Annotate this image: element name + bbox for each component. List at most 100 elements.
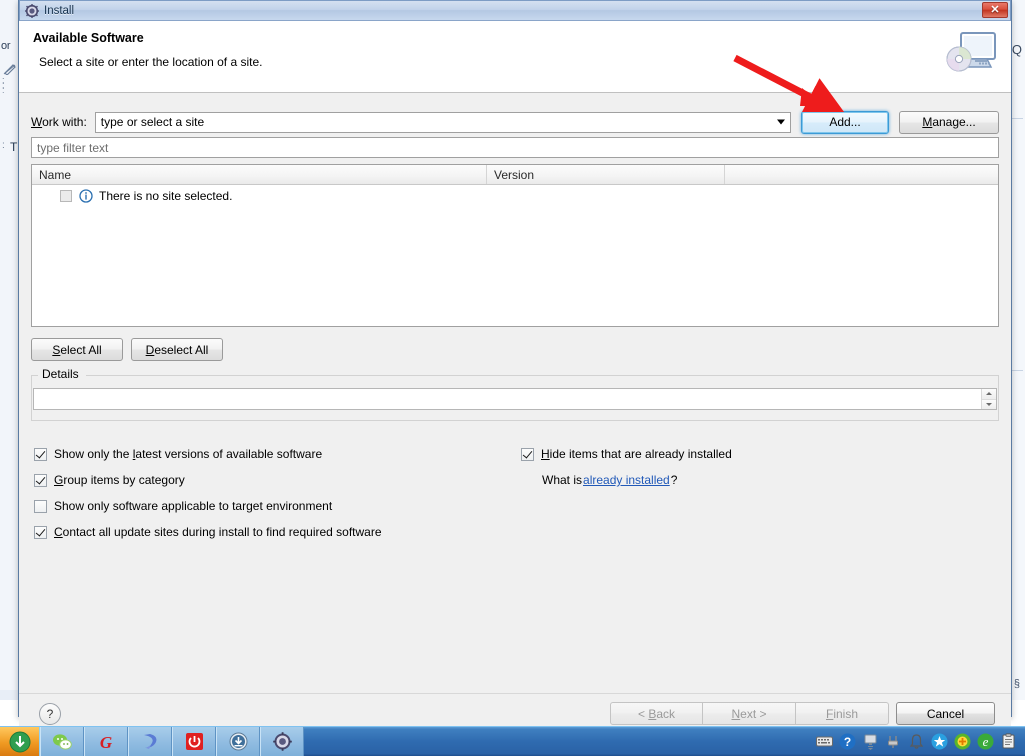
filter-placeholder: type filter text <box>37 140 109 155</box>
details-group: Details <box>31 367 999 421</box>
work-with-value: type or select a site <box>100 115 205 129</box>
finish-button[interactable]: Finish <box>796 702 889 725</box>
help-button[interactable]: ? <box>39 703 61 725</box>
start-button[interactable] <box>0 727 40 756</box>
blue-star-icon[interactable] <box>931 733 948 750</box>
option-latest-versions-label: Show only the latest versions of availab… <box>54 447 323 461</box>
checkbox-latest-versions[interactable] <box>34 447 47 461</box>
checkbox-target-environment[interactable] <box>34 499 47 513</box>
option-group-by-category[interactable]: Group items by category <box>34 467 504 493</box>
table-header-row: Name Version <box>32 165 998 185</box>
info-icon <box>79 189 93 203</box>
svg-text:G: G <box>100 733 113 752</box>
taskbar-item-power[interactable] <box>172 727 216 756</box>
install-dialog: Install ✕ Available Software Select a si… <box>18 0 1012 737</box>
software-table[interactable]: Name Version There is no site selected. <box>31 164 999 327</box>
checkbox-contact-all-sites[interactable] <box>34 525 47 539</box>
background-right-glyph: § <box>1013 678 1020 690</box>
wizard-buttons: < Back Next > Finish Cancel <box>610 702 995 725</box>
taskbar-item-swoosh[interactable] <box>128 727 172 756</box>
computer-disc-icon <box>946 32 996 72</box>
browser-e-icon[interactable]: e <box>977 733 994 750</box>
taskbar-item-wechat[interactable] <box>40 727 84 756</box>
add-button[interactable]: Add... <box>801 110 889 134</box>
option-contact-all-sites[interactable]: Contact all update sites during install … <box>34 519 504 545</box>
eclipse-gear-icon <box>272 732 292 751</box>
background-left-tab-label: or <box>1 40 11 52</box>
column-header-version[interactable]: Version <box>487 165 725 184</box>
checkbox-hide-installed[interactable] <box>521 447 534 461</box>
dialog-header: Available Software Select a site or ente… <box>19 21 1011 93</box>
background-right-letter: Q <box>1011 42 1022 57</box>
download-icon <box>229 732 247 751</box>
bell-icon[interactable] <box>908 733 925 750</box>
background-left-letter: T <box>10 140 18 154</box>
taskbar-spacer <box>304 727 812 756</box>
what-is-prefix: What is <box>542 473 583 487</box>
monitor-icon[interactable] <box>862 733 879 750</box>
next-button[interactable]: Next > <box>703 702 796 725</box>
what-is-already-installed: What is already installed? <box>521 467 971 493</box>
options-section: Show only the latest versions of availab… <box>31 441 999 541</box>
dialog-titlebar: Install ✕ <box>19 0 1011 21</box>
options-right-column: Hide items that are already installed Wh… <box>521 441 971 493</box>
svg-text:e: e <box>983 734 989 749</box>
plug-icon[interactable] <box>885 733 902 750</box>
taskbar-item-eclipse[interactable] <box>260 727 304 756</box>
close-button[interactable]: ✕ <box>982 2 1008 18</box>
background-left-dots: ::: <box>2 75 5 95</box>
chevron-down-icon[interactable] <box>777 119 785 125</box>
option-contact-all-sites-label: Contact all update sites during install … <box>54 525 382 539</box>
manage-button[interactable]: Manage... <box>899 110 999 134</box>
what-is-suffix: ? <box>670 473 678 487</box>
taskbar: G ? e <box>0 726 1025 756</box>
dialog-body: Work with: type or select a site Add... … <box>19 93 1011 693</box>
taskbar-item-g[interactable]: G <box>84 727 128 756</box>
details-top-border-right <box>86 375 998 376</box>
details-text[interactable] <box>34 389 981 409</box>
table-row[interactable]: There is no site selected. <box>32 185 998 207</box>
system-tray: ? e <box>812 727 1025 756</box>
option-group-by-category-label: Group items by category <box>54 473 185 487</box>
option-target-environment-label: Show only software applicable to target … <box>54 499 333 513</box>
help-blue-icon[interactable]: ? <box>839 733 856 750</box>
deselect-all-button[interactable]: Deselect All <box>131 338 223 361</box>
option-hide-installed-label: Hide items that are already installed <box>541 447 732 461</box>
close-icon: ✕ <box>990 3 1000 16</box>
clipboard-icon[interactable] <box>1000 733 1017 750</box>
select-all-button[interactable]: Select All <box>31 338 123 361</box>
keyboard-icon[interactable] <box>816 733 833 750</box>
option-latest-versions[interactable]: Show only the latest versions of availab… <box>34 441 504 467</box>
work-with-combo[interactable]: type or select a site <box>94 111 791 133</box>
option-hide-installed[interactable]: Hide items that are already installed <box>521 441 971 467</box>
column-header-extra[interactable] <box>725 165 998 184</box>
background-pencil-icon <box>3 64 16 75</box>
wechat-icon <box>53 733 72 750</box>
cancel-button[interactable]: Cancel <box>896 702 995 725</box>
filter-input[interactable]: type filter text <box>31 137 999 158</box>
dialog-title: Install <box>44 4 75 17</box>
scroll-up-button[interactable] <box>982 389 996 399</box>
details-legend: Details <box>38 367 83 381</box>
checkbox-group-by-category[interactable] <box>34 473 47 487</box>
green-plus-icon[interactable] <box>954 733 971 750</box>
start-orb-icon <box>9 731 30 752</box>
already-installed-link[interactable]: already installed <box>583 473 670 487</box>
scroll-down-button[interactable] <box>982 398 996 409</box>
desktop: or ::: : T Q § Install ✕ Available Softw… <box>0 0 1025 756</box>
taskbar-item-download[interactable] <box>216 727 260 756</box>
blue-swoosh-icon <box>144 733 157 749</box>
chevron-down-icon <box>986 402 992 406</box>
gome-g-icon: G <box>100 733 113 752</box>
background-left-colon2: : <box>2 140 5 151</box>
row-checkbox[interactable] <box>60 190 72 202</box>
chevron-up-icon <box>986 392 992 396</box>
row-label: There is no site selected. <box>99 189 233 203</box>
page-subtitle: Select a site or enter the location of a… <box>39 55 263 69</box>
svg-text:?: ? <box>844 735 851 749</box>
details-field-wrapper <box>33 388 997 410</box>
column-header-name[interactable]: Name <box>32 165 487 184</box>
back-button[interactable]: < Back <box>610 702 703 725</box>
option-target-environment[interactable]: Show only software applicable to target … <box>34 493 504 519</box>
details-scrollbar[interactable] <box>981 389 996 409</box>
